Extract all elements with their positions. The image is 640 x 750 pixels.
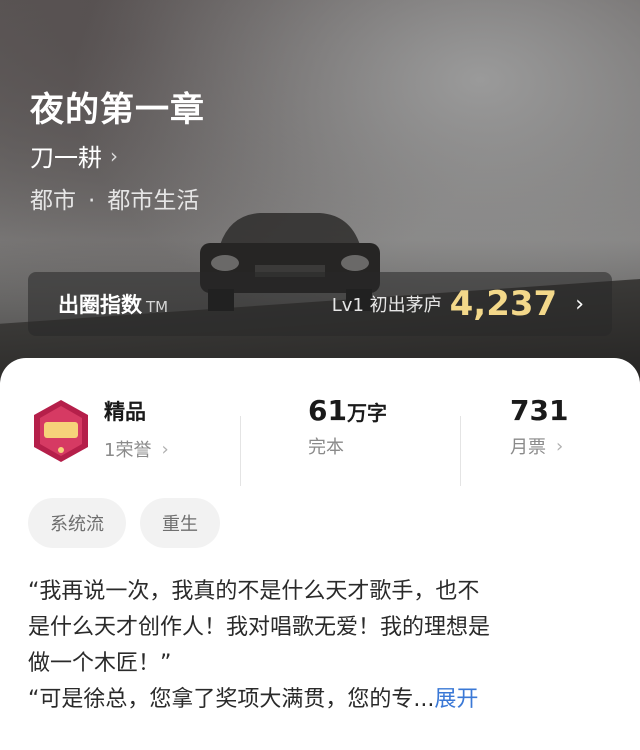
honor-count: 1荣誉 (104, 440, 152, 461)
influence-label-text: 出圈指数 (58, 293, 142, 317)
tag-chip[interactable]: 系统流 (28, 498, 126, 548)
book-hero-header: 夜的第一章 刀一耕 › 都市 · 都市生活 出圈指数 TM Lv1 初出茅庐 4,23… (0, 0, 640, 400)
genre-line: 都市 · 都市生活 (30, 181, 199, 215)
monthly-votes-stat[interactable]: 731 月票 › (510, 394, 568, 459)
completion-status: 完本 (308, 437, 344, 458)
monthly-votes-count: 731 (510, 394, 569, 427)
word-count-stat: 61万字 完本 (308, 394, 387, 459)
synopsis-line: 是什么天才创作人！我对唱歌无爱！我的理想是 (28, 615, 491, 640)
genre-secondary[interactable]: 都市生活 (107, 188, 199, 214)
author-name: 刀一耕 (30, 144, 102, 172)
book-synopsis: “我再说一次，我真的不是什么天才歌手，也不 是什么天才创作人！我对唱歌无爱！我的… (28, 574, 612, 718)
trademark-mark: TM (146, 298, 169, 316)
book-info-card: 精品 1荣誉 › 61万字 完本 731 月票 › 系统流 重生 “我再说一次，我真… (0, 358, 640, 750)
word-count-number: 61 (308, 394, 347, 427)
synopsis-line: “我再说一次，我真的不是什么天才歌手，也不 (28, 579, 480, 604)
monthly-votes-link[interactable]: 月票 › (510, 433, 568, 459)
quality-badge-icon (30, 398, 92, 464)
word-count: 61万字 (308, 394, 387, 427)
chevron-right-icon: › (575, 291, 584, 317)
book-stats-row: 精品 1荣誉 › 61万字 完本 731 月票 › (0, 388, 640, 498)
influence-detail: Lv1 初出茅庐 4,237 › (332, 284, 584, 324)
chevron-right-icon: › (556, 435, 564, 457)
chevron-right-icon: › (110, 143, 118, 168)
word-count-unit: 万字 (346, 401, 387, 425)
quality-stat: 精品 1荣誉 › (104, 396, 169, 462)
synopsis-truncated-text: “可是徐总，您拿了奖项大满贯，您的专... (28, 687, 435, 712)
genre-separator: · (88, 188, 96, 214)
tag-list: 系统流 重生 (28, 498, 220, 548)
stat-divider (240, 416, 241, 486)
influence-level: Lv1 初出茅庐 (331, 295, 442, 316)
synopsis-line: 做一个木匠！” (28, 651, 172, 676)
influence-value: 4,237 (449, 284, 558, 324)
monthly-votes-label: 月票 (510, 437, 546, 458)
honor-link[interactable]: 1荣誉 › (104, 436, 169, 462)
influence-index-bar[interactable]: 出圈指数 TM Lv1 初出茅庐 4,237 › (28, 272, 612, 336)
book-title: 夜的第一章 (30, 90, 205, 130)
quality-label: 精品 (104, 400, 146, 424)
influence-label: 出圈指数 TM (58, 289, 168, 319)
chevron-right-icon: › (161, 438, 169, 460)
stat-divider (460, 416, 461, 486)
genre-primary[interactable]: 都市 (30, 188, 76, 214)
author-link[interactable]: 刀一耕 › (30, 138, 118, 173)
synopsis-line: “可是徐总，您拿了奖项大满贯，您的专...展开 (28, 682, 612, 718)
tag-chip[interactable]: 重生 (140, 498, 220, 548)
expand-synopsis-button[interactable]: 展开 (434, 687, 478, 712)
